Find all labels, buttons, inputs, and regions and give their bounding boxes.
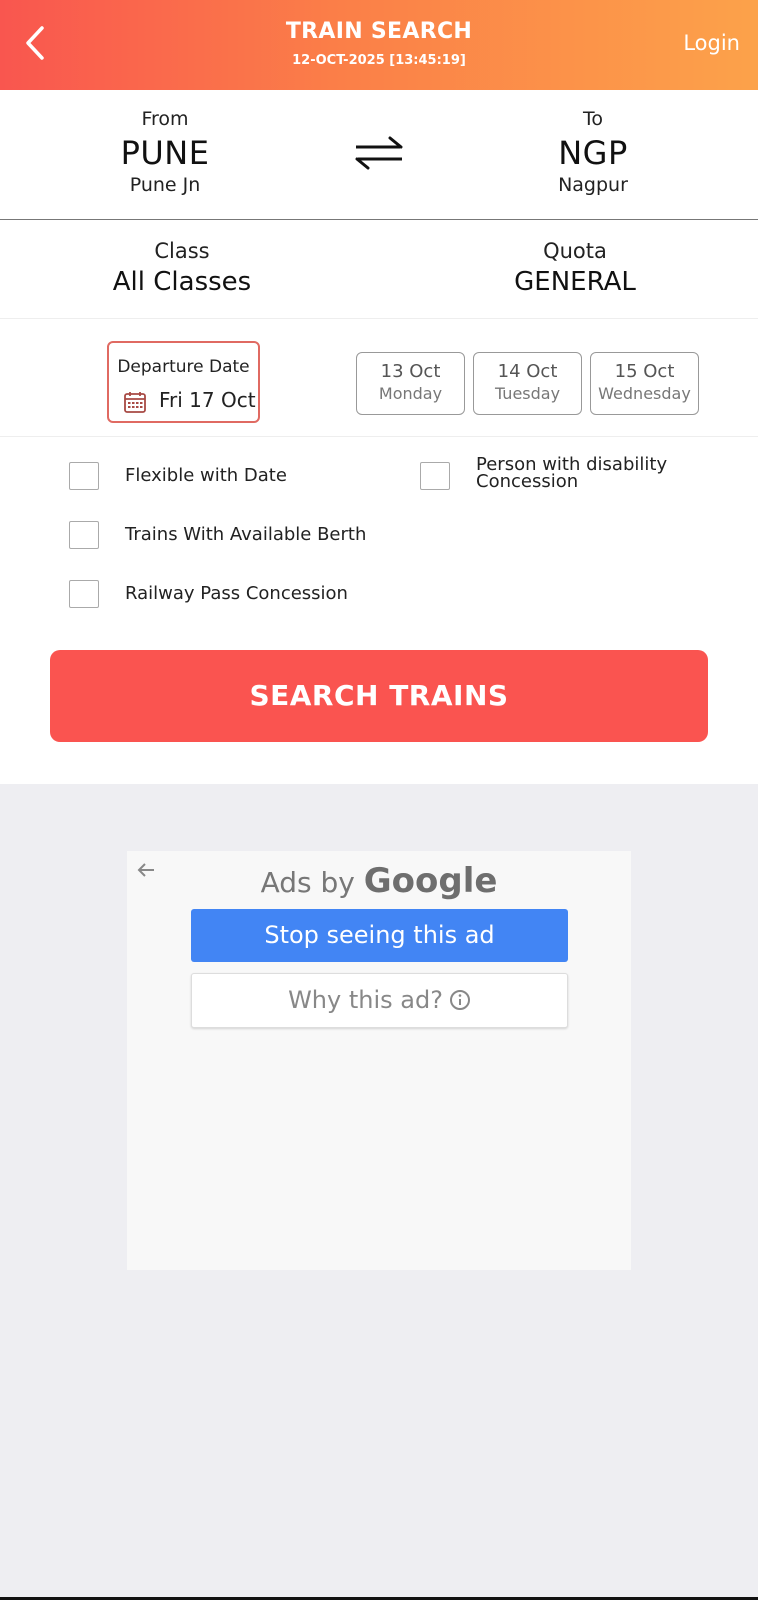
- date-chip-day: Monday: [378, 384, 443, 403]
- page-timestamp: 12-OCT-2025 [13:45:19]: [292, 53, 466, 68]
- google-logo-text: Google: [363, 861, 498, 901]
- search-options: Flexible with Date Person with disabilit…: [0, 438, 758, 638]
- departure-date-label: Departure Date: [117, 357, 250, 377]
- class-label: Class: [154, 239, 210, 263]
- date-chip[interactable]: 15 Oct Wednesday: [590, 352, 699, 415]
- to-label: To: [582, 108, 603, 130]
- ads-by-google: Ads by Google: [127, 861, 631, 901]
- available-berth-label: Trains With Available Berth: [125, 524, 367, 545]
- class-selector[interactable]: Class All Classes: [52, 239, 312, 297]
- station-selector: From PUNE Pune Jn To NGP Nagpur: [0, 90, 758, 220]
- search-trains-button[interactable]: SEARCH TRAINS: [50, 650, 708, 742]
- quota-label: Quota: [543, 239, 607, 263]
- available-berth-checkbox[interactable]: [69, 521, 99, 549]
- date-chip-date: 15 Oct: [614, 361, 675, 382]
- railway-pass-label: Railway Pass Concession: [125, 583, 348, 604]
- disability-concession-label: Person with disability Concession: [476, 454, 668, 492]
- quota-value: GENERAL: [514, 267, 636, 297]
- from-station[interactable]: From PUNE Pune Jn: [45, 108, 285, 196]
- info-icon: [449, 990, 470, 1010]
- date-chip-day: Tuesday: [494, 384, 561, 403]
- ad-panel: Ads by Google Stop seeing this ad Why th…: [127, 851, 631, 1270]
- class-quota-row: Class All Classes Quota GENERAL: [0, 221, 758, 319]
- login-link[interactable]: Login: [683, 31, 740, 55]
- why-this-ad-label: Why this ad?: [288, 986, 443, 1014]
- flexible-date-label: Flexible with Date: [125, 465, 287, 486]
- from-label: From: [141, 108, 189, 130]
- from-code: PUNE: [120, 134, 210, 172]
- class-value: All Classes: [112, 267, 252, 297]
- calendar-icon: [124, 392, 146, 413]
- departure-date-value: Fri 17 Oct: [159, 388, 256, 412]
- quota-selector[interactable]: Quota GENERAL: [445, 239, 705, 297]
- swap-arrows-icon[interactable]: [352, 135, 406, 171]
- date-chip[interactable]: 14 Oct Tuesday: [473, 352, 582, 415]
- stop-seeing-ad-button[interactable]: Stop seeing this ad: [191, 909, 568, 962]
- to-station[interactable]: To NGP Nagpur: [473, 108, 713, 196]
- to-code: NGP: [558, 134, 628, 172]
- from-name: Pune Jn: [129, 174, 201, 196]
- date-chip-day: Wednesday: [598, 384, 691, 403]
- why-this-ad-button[interactable]: Why this ad?: [191, 973, 568, 1028]
- disability-concession-checkbox[interactable]: [420, 462, 450, 490]
- flexible-date-checkbox[interactable]: [69, 462, 99, 490]
- to-name: Nagpur: [558, 174, 628, 196]
- date-chip-date: 13 Oct: [380, 361, 441, 382]
- date-chip[interactable]: 13 Oct Monday: [356, 352, 465, 415]
- date-chip-date: 14 Oct: [497, 361, 558, 382]
- railway-pass-checkbox[interactable]: [69, 580, 99, 608]
- page-title: TRAIN SEARCH: [285, 19, 473, 44]
- search-form: From PUNE Pune Jn To NGP Nagpur Class Al…: [0, 90, 758, 784]
- app-header: TRAIN SEARCH 12-OCT-2025 [13:45:19] Logi…: [0, 0, 758, 90]
- date-row: Departure Date Fri 17 Oct 13 Oct Monday …: [0, 320, 758, 437]
- departure-date-picker[interactable]: Departure Date Fri 17 Oct: [107, 341, 260, 423]
- ads-by-label: Ads by: [260, 866, 364, 899]
